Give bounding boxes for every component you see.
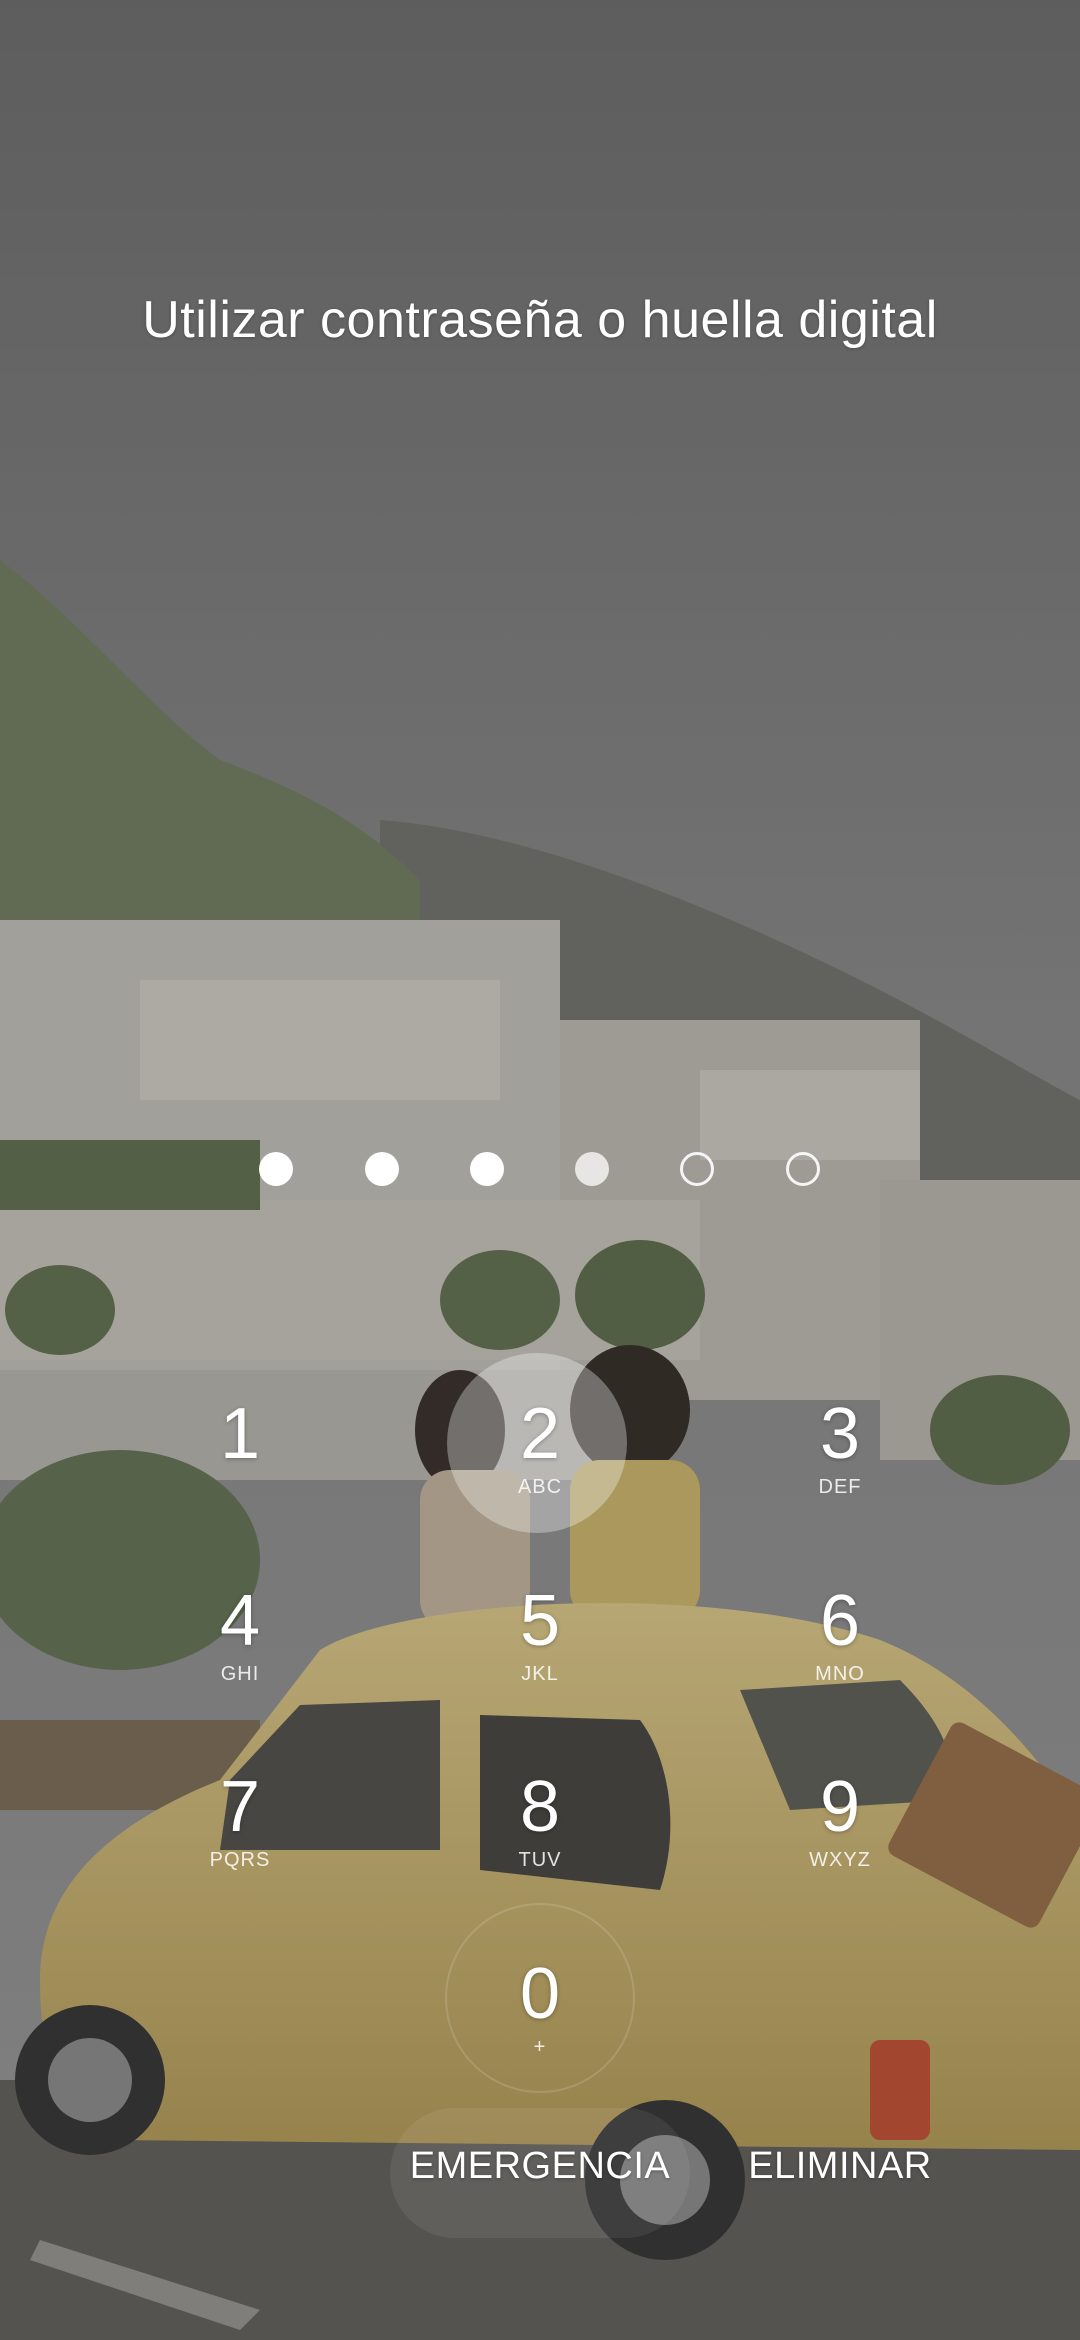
key-letters: PQRS	[209, 1849, 271, 1871]
pin-dot-empty	[786, 1152, 820, 1186]
emergency-button[interactable]: EMERGENCIA	[390, 2145, 690, 2188]
key-digit: 2	[519, 1394, 561, 1474]
unlock-prompt: Utilizar contraseña o huella digital	[142, 291, 938, 349]
key-letters: MNO	[815, 1663, 865, 1685]
key-digit: 9	[819, 1767, 861, 1847]
key-letters: ABC	[517, 1476, 563, 1498]
pin-dot-filled	[365, 1152, 399, 1186]
pin-indicator	[0, 1152, 1080, 1188]
lock-screen: Utilizar contraseña o huella digital 1 2…	[0, 0, 1080, 2340]
key-digit: 0	[519, 1954, 561, 2034]
pin-dot-filled	[575, 1152, 609, 1186]
key-digit: 6	[819, 1581, 861, 1661]
key-letters: GHI	[220, 1663, 260, 1685]
key-letters: DEF	[818, 1476, 862, 1498]
key-digit: 4	[219, 1581, 261, 1661]
keypad-key-6[interactable]: 6 MNO	[745, 1579, 935, 1729]
key-letters: TUV	[518, 1849, 562, 1871]
keypad-key-2[interactable]: 2 ABC	[445, 1392, 635, 1542]
pin-dot-filled	[259, 1152, 293, 1186]
key-letters: WXYZ	[809, 1849, 871, 1871]
key-digit: 7	[219, 1767, 261, 1847]
keypad-key-4[interactable]: 4 GHI	[145, 1579, 335, 1729]
key-letters: +	[533, 2036, 547, 2058]
pin-dot-empty	[680, 1152, 714, 1186]
pin-dot-filled	[470, 1152, 504, 1186]
keypad-key-1[interactable]: 1	[145, 1392, 335, 1542]
key-digit: 3	[819, 1394, 861, 1474]
key-digit: 8	[519, 1767, 561, 1847]
keypad-key-0[interactable]: 0 +	[445, 1952, 635, 2102]
key-digit: 5	[519, 1581, 561, 1661]
keypad-key-3[interactable]: 3 DEF	[745, 1392, 935, 1542]
keypad-key-7[interactable]: 7 PQRS	[145, 1765, 335, 1915]
delete-button[interactable]: ELIMINAR	[720, 2145, 960, 2188]
key-letters: JKL	[521, 1663, 559, 1685]
key-digit: 1	[219, 1394, 261, 1474]
keypad-key-8[interactable]: 8 TUV	[445, 1765, 635, 1915]
keypad-key-9[interactable]: 9 WXYZ	[745, 1765, 935, 1915]
keypad-key-5[interactable]: 5 JKL	[445, 1579, 635, 1729]
